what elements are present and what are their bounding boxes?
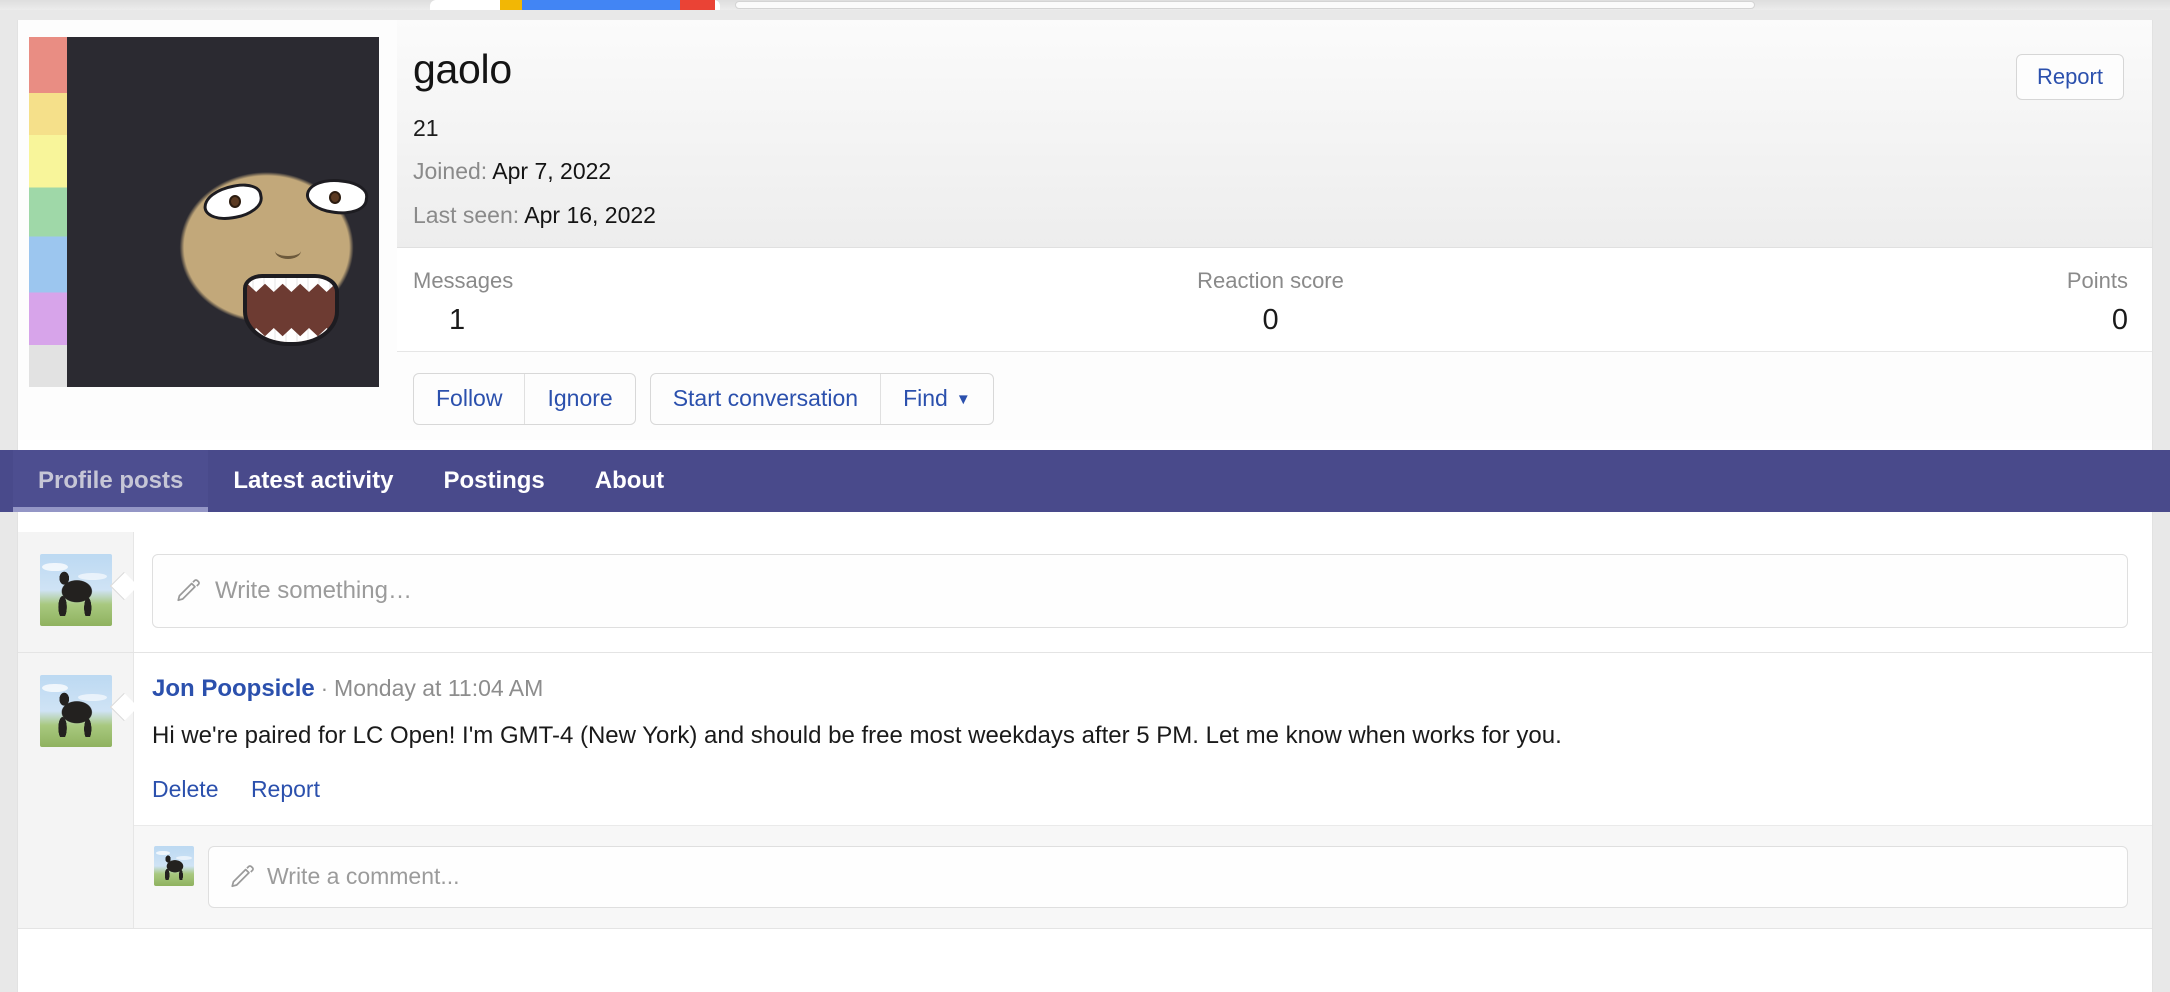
avatar-pupil-left bbox=[229, 195, 241, 208]
tab-postings[interactable]: Postings bbox=[418, 450, 569, 512]
browser-chrome-sliver bbox=[0, 0, 2170, 10]
post-message-text: Hi we're paired for LC Open! I'm GMT-4 (… bbox=[152, 719, 2128, 754]
profile-avatar[interactable] bbox=[29, 37, 379, 387]
stat-reaction-score: Reaction score 0 bbox=[985, 248, 1557, 351]
write-comment-placeholder: Write a comment... bbox=[267, 863, 460, 890]
profile-action-bar: Follow Ignore Start conversation Find ▼ bbox=[413, 373, 994, 425]
avatar-nose bbox=[275, 243, 301, 259]
avatar-horse bbox=[55, 692, 97, 737]
stat-messages: Messages 1 bbox=[397, 248, 985, 351]
last-seen-value: Apr 16, 2022 bbox=[524, 202, 656, 228]
profile-posts-list: Write something… Jon Poopsicle·Monday at… bbox=[17, 532, 2153, 992]
stat-points-value: 0 bbox=[1556, 304, 2128, 337]
page-root: gaolo 21 Joined: Apr 7, 2022 Last seen: … bbox=[0, 10, 2170, 992]
composer-gutter bbox=[18, 532, 134, 652]
follow-button[interactable]: Follow bbox=[414, 374, 524, 424]
profile-stats-row: Messages 1 Reaction score 0 Points 0 bbox=[397, 248, 2152, 352]
follow-ignore-group: Follow Ignore bbox=[413, 373, 636, 425]
joined-label: Joined: bbox=[413, 158, 487, 184]
browser-url-bar[interactable] bbox=[735, 1, 1755, 9]
start-conversation-button[interactable]: Start conversation bbox=[651, 374, 880, 424]
profile-identity-block: gaolo 21 Joined: Apr 7, 2022 Last seen: … bbox=[397, 20, 2152, 248]
stat-points: Points 0 bbox=[1556, 248, 2152, 351]
post-timestamp[interactable]: Monday at 11:04 AM bbox=[334, 675, 543, 701]
profile-header: gaolo 21 Joined: Apr 7, 2022 Last seen: … bbox=[18, 20, 2152, 440]
posts-list-footer bbox=[18, 929, 2152, 987]
composer-body: Write something… bbox=[134, 532, 2152, 652]
profile-post-composer: Write something… bbox=[18, 532, 2152, 653]
stat-points-label: Points bbox=[1556, 268, 2128, 294]
tab-latest-activity[interactable]: Latest activity bbox=[208, 450, 418, 512]
stat-reaction-value: 0 bbox=[985, 304, 1557, 337]
post-separator: · bbox=[321, 676, 328, 701]
profile-age: 21 bbox=[413, 115, 439, 142]
stat-messages-label: Messages bbox=[413, 268, 985, 294]
post-gutter bbox=[18, 653, 134, 928]
find-dropdown-button[interactable]: Find ▼ bbox=[880, 374, 993, 424]
avatar-mouth bbox=[243, 274, 339, 346]
stat-messages-value: 1 bbox=[413, 304, 985, 337]
avatar-cloud-left bbox=[42, 684, 68, 693]
avatar-horse bbox=[163, 855, 186, 880]
write-comment-input[interactable]: Write a comment... bbox=[208, 846, 2128, 908]
tab-profile-posts[interactable]: Profile posts bbox=[13, 450, 208, 512]
profile-joined-row: Joined: Apr 7, 2022 bbox=[413, 158, 611, 185]
post-body: Jon Poopsicle·Monday at 11:04 AM Hi we'r… bbox=[134, 653, 2152, 928]
avatar-pupil-right bbox=[329, 191, 341, 204]
browser-tab-favicon bbox=[500, 0, 715, 10]
post-author-avatar[interactable] bbox=[40, 675, 112, 747]
post-header: Jon Poopsicle·Monday at 11:04 AM bbox=[152, 675, 2128, 703]
comment-user-avatar[interactable] bbox=[154, 846, 194, 886]
post-author-name[interactable]: Jon Poopsicle bbox=[152, 675, 315, 702]
current-user-avatar[interactable] bbox=[40, 554, 112, 626]
pencil-icon bbox=[175, 578, 201, 604]
write-something-input[interactable]: Write something… bbox=[152, 554, 2128, 628]
chevron-down-icon: ▼ bbox=[956, 390, 971, 410]
comment-composer-strip: Write a comment... bbox=[134, 825, 2152, 928]
profile-tab-bar: Profile posts Latest activity Postings A… bbox=[0, 450, 2170, 512]
post-action-links: Delete Report bbox=[152, 776, 2128, 803]
find-label: Find bbox=[903, 385, 948, 411]
avatar-teeth-bottom bbox=[243, 328, 339, 343]
stat-reaction-label: Reaction score bbox=[985, 268, 1557, 294]
report-profile-button[interactable]: Report bbox=[2016, 54, 2124, 100]
tab-about[interactable]: About bbox=[570, 450, 689, 512]
post-delete-link[interactable]: Delete bbox=[152, 776, 218, 802]
avatar-horse bbox=[55, 571, 97, 616]
ignore-button[interactable]: Ignore bbox=[524, 374, 634, 424]
conversation-find-group: Start conversation Find ▼ bbox=[650, 373, 994, 425]
avatar-teeth-top bbox=[243, 277, 339, 292]
post-report-link[interactable]: Report bbox=[251, 776, 320, 802]
pencil-icon bbox=[229, 864, 255, 890]
profile-post-item: Jon Poopsicle·Monday at 11:04 AM Hi we'r… bbox=[18, 653, 2152, 929]
page-title: gaolo bbox=[413, 46, 512, 93]
write-something-placeholder: Write something… bbox=[215, 577, 412, 605]
profile-last-seen-row: Last seen: Apr 16, 2022 bbox=[413, 202, 656, 229]
last-seen-label: Last seen: bbox=[413, 202, 519, 228]
avatar-cloud-left bbox=[42, 563, 68, 572]
joined-value: Apr 7, 2022 bbox=[492, 158, 611, 184]
